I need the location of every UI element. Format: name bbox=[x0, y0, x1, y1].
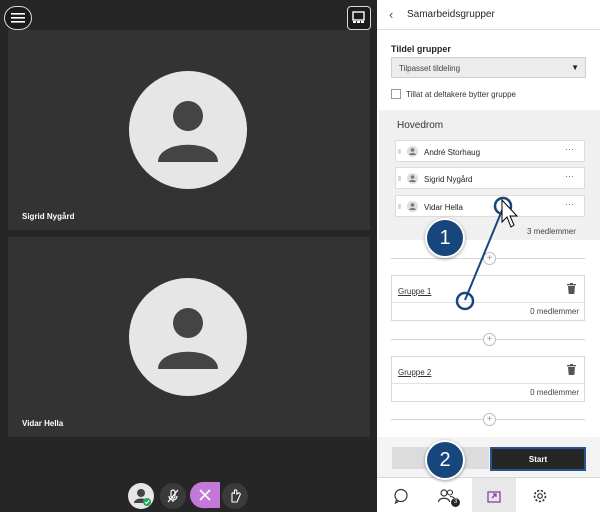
assign-groups-label: Tildel grupper bbox=[391, 44, 451, 54]
assign-groups-select[interactable]: Tilpasset tildeling ▼ bbox=[391, 57, 586, 78]
main-room-member[interactable]: Sigrid Nygård ··· bbox=[395, 167, 585, 189]
chevron-left-icon[interactable]: ‹ bbox=[389, 7, 393, 22]
allow-switch-label: Tillat at deltakere bytter gruppe bbox=[406, 90, 516, 99]
member-name: Vidar Hella bbox=[424, 203, 463, 212]
raise-hand-button[interactable] bbox=[222, 483, 248, 509]
drag-handle-icon[interactable] bbox=[398, 176, 401, 181]
participant-name: Vidar Hella bbox=[22, 419, 64, 428]
tab-attendees[interactable]: 3 bbox=[425, 478, 469, 512]
group-member-count: 0 medlemmer bbox=[530, 307, 579, 316]
attendee-count-badge: 3 bbox=[451, 498, 460, 507]
main-room-member[interactable]: André Storhaug ··· bbox=[395, 140, 585, 162]
caret-down-icon: ▼ bbox=[571, 63, 579, 72]
start-button[interactable]: Start bbox=[490, 447, 586, 471]
add-group-icon[interactable]: + bbox=[483, 252, 496, 265]
panel-header: ‹ Samarbeidsgrupper bbox=[377, 0, 600, 30]
my-status-button[interactable] bbox=[128, 483, 154, 509]
drag-handle-icon[interactable] bbox=[398, 204, 401, 209]
avatar bbox=[129, 71, 247, 189]
member-name: André Storhaug bbox=[424, 148, 481, 157]
group-member-count: 0 medlemmer bbox=[530, 388, 579, 397]
allow-switch-checkbox[interactable] bbox=[391, 89, 401, 99]
panel-tabs: 3 bbox=[377, 477, 600, 512]
main-room-member-count: 3 medlemmer bbox=[527, 227, 576, 236]
member-name: Sigrid Nygård bbox=[424, 175, 473, 184]
add-group-icon[interactable]: + bbox=[483, 333, 496, 346]
select-value: Tilpasset tildeling bbox=[399, 64, 461, 73]
raise-hand-icon bbox=[231, 489, 241, 503]
drag-handle-icon[interactable] bbox=[398, 149, 401, 154]
participant-tile[interactable]: Sigrid Nygård bbox=[8, 30, 370, 230]
video-stage: Sigrid Nygård Vidar Hella bbox=[0, 0, 377, 512]
panel-title: Samarbeidsgrupper bbox=[407, 9, 495, 20]
step-2-callout: 2 bbox=[425, 440, 465, 480]
divider bbox=[392, 383, 584, 384]
main-room-member[interactable]: Vidar Hella ··· bbox=[395, 195, 585, 217]
person-icon bbox=[134, 489, 151, 506]
share-content-icon bbox=[487, 490, 501, 503]
group-name[interactable]: Gruppe 1 bbox=[398, 287, 431, 296]
microphone-off-button[interactable] bbox=[160, 483, 186, 509]
tab-chat[interactable] bbox=[379, 478, 423, 512]
add-group-icon[interactable]: + bbox=[483, 413, 496, 426]
group-name[interactable]: Gruppe 2 bbox=[398, 368, 431, 377]
participant-name: Sigrid Nygård bbox=[22, 212, 75, 221]
person-icon bbox=[158, 308, 218, 369]
session-controls bbox=[0, 478, 377, 512]
avatar bbox=[129, 278, 247, 396]
person-icon bbox=[407, 201, 418, 212]
step-1-callout: 1 bbox=[425, 218, 465, 258]
person-icon bbox=[407, 173, 418, 184]
trash-icon[interactable] bbox=[567, 364, 576, 375]
more-options-icon[interactable]: ··· bbox=[565, 171, 574, 181]
chat-icon bbox=[394, 488, 408, 504]
more-options-icon[interactable]: ··· bbox=[565, 199, 574, 209]
menu-icon[interactable] bbox=[4, 6, 32, 30]
main-room-title: Hovedrom bbox=[397, 120, 444, 131]
gear-icon bbox=[533, 489, 547, 502]
more-options-icon[interactable]: ··· bbox=[565, 144, 574, 154]
trash-icon[interactable] bbox=[567, 283, 576, 294]
person-icon bbox=[158, 101, 218, 162]
microphone-off-icon bbox=[167, 489, 179, 503]
tab-settings[interactable] bbox=[518, 478, 562, 512]
group-card[interactable]: Gruppe 2 0 medlemmer bbox=[391, 356, 585, 402]
layout-icon[interactable] bbox=[347, 6, 371, 30]
group-card[interactable]: Gruppe 1 0 medlemmer bbox=[391, 275, 585, 321]
person-icon bbox=[407, 146, 418, 157]
tab-share-content[interactable] bbox=[472, 478, 516, 512]
divider bbox=[392, 302, 584, 303]
close-panel-button[interactable] bbox=[190, 482, 220, 508]
breakout-groups-panel: ‹ Samarbeidsgrupper Tildel grupper Tilpa… bbox=[377, 0, 600, 512]
close-icon bbox=[199, 489, 211, 501]
participant-tile[interactable]: Vidar Hella bbox=[8, 237, 370, 437]
